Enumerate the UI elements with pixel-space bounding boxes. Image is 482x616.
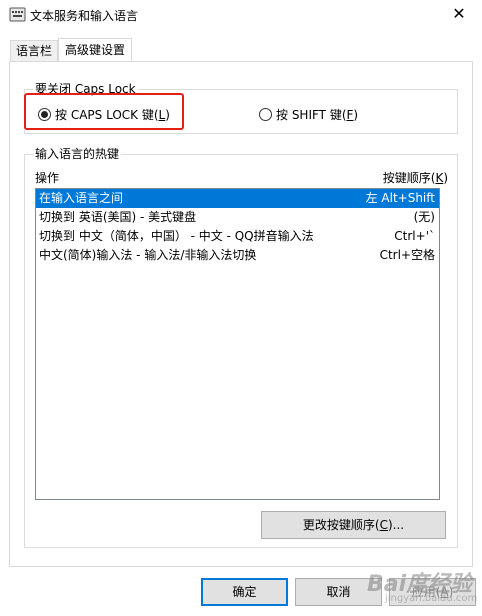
- list-item-action: 切换到 中文（简体，中国） - 中文 - QQ拼音输入法: [39, 229, 314, 243]
- list-item-keys: 左 Alt+Shift: [365, 191, 435, 205]
- close-icon: ✕: [452, 4, 466, 23]
- highlight-annotation-box: [24, 93, 184, 130]
- list-item-keys: Ctrl+空格: [379, 248, 435, 262]
- column-header-key-sequence: 按键顺序(K): [382, 171, 448, 185]
- ok-button[interactable]: 确定: [201, 578, 288, 606]
- tab-language-bar[interactable]: 语言栏: [10, 40, 58, 61]
- tab-strip: 语言栏 高级键设置: [0, 30, 482, 62]
- list-item-keys: (无): [413, 210, 435, 224]
- list-item-keys: Ctrl+'`: [394, 229, 435, 243]
- list-item[interactable]: 切换到 中文（简体，中国） - 中文 - QQ拼音输入法 Ctrl+'`: [36, 227, 439, 246]
- change-key-sequence-button[interactable]: 更改按键顺序(C)...: [261, 511, 446, 539]
- close-button[interactable]: ✕: [436, 0, 482, 30]
- keyboard-icon: [9, 7, 26, 22]
- list-item[interactable]: 切换到 英语(美国) - 美式键盘 (无): [36, 208, 439, 227]
- radio-shift-label: 按 SHIFT 键(F): [276, 108, 359, 122]
- hotkeys-group-title: 输入语言的热键: [33, 147, 122, 161]
- list-item-action: 切换到 英语(美国) - 美式键盘: [39, 210, 197, 224]
- tab-advanced-key-settings[interactable]: 高级键设置: [58, 38, 132, 62]
- list-item[interactable]: 中文(简体)输入法 - 输入法/非输入法切换 Ctrl+空格: [36, 246, 439, 265]
- hotkeys-group: 输入语言的热键 操作 按键顺序(K) 在输入语言之间 左 Alt+Shift 切…: [24, 147, 458, 548]
- radio-shift[interactable]: 按 SHIFT 键(F): [259, 106, 358, 123]
- window-title: 文本服务和输入语言: [30, 9, 139, 23]
- title-bar: 文本服务和输入语言 ✕: [0, 0, 482, 30]
- baidu-watermark-url: jingyan.baidu.com: [385, 593, 478, 604]
- hotkey-list[interactable]: 在输入语言之间 左 Alt+Shift 切换到 英语(美国) - 美式键盘 (无…: [35, 188, 440, 500]
- list-item[interactable]: 在输入语言之间 左 Alt+Shift: [36, 189, 439, 208]
- column-header-action: 操作: [35, 171, 60, 185]
- list-item-action: 在输入语言之间: [39, 191, 124, 205]
- tab-panel: 要关闭 Caps Lock 按 CAPS LOCK 键(L) 按 SHIFT 键…: [9, 61, 473, 567]
- radio-shift-circle[interactable]: [259, 108, 272, 121]
- list-item-action: 中文(简体)输入法 - 输入法/非输入法切换: [39, 248, 257, 262]
